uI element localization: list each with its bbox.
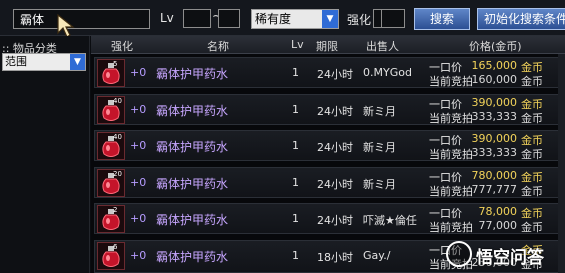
potion-icon: 2 xyxy=(97,205,125,233)
lv-min-input[interactable] xyxy=(183,9,211,28)
level-value: 1 xyxy=(292,139,299,152)
level-value: 1 xyxy=(292,249,299,262)
item-name: 霸体护甲药水 xyxy=(156,67,229,81)
reset-search-button[interactable]: 初始化搜索条件 xyxy=(477,8,565,30)
level-value: 1 xyxy=(292,176,299,189)
bid-price: 160,000 xyxy=(471,73,518,86)
item-level-badge: 20 xyxy=(113,170,122,178)
header-price[interactable]: 价格(金币) xyxy=(469,38,522,54)
potion-icon: 20 xyxy=(97,169,125,197)
item-level-badge: 40 xyxy=(113,133,122,141)
chevron-down-icon: ▼ xyxy=(70,54,85,70)
duration-value: 24小时 xyxy=(317,214,353,227)
potion-icon: 40 xyxy=(97,96,125,124)
seller-name: 吓滅★倫任 xyxy=(363,214,417,227)
item-name: 霸体护甲药水 xyxy=(156,213,229,227)
table-row[interactable]: 40 +0 霸体护甲药水 1 24小时 新ミ月 一口价 390,000 金币 当… xyxy=(94,130,563,161)
header-seller[interactable]: 出售人 xyxy=(366,38,399,54)
item-name: 霸体护甲药水 xyxy=(156,177,229,191)
table-row[interactable]: 5 +0 霸体护甲药水 1 24小时 0.MYGod 一口价 165,000 金… xyxy=(94,57,563,88)
item-name: 霸体护甲药水 xyxy=(156,104,229,118)
currency-label: 金币 xyxy=(521,221,543,234)
potion-icon: 40 xyxy=(97,132,125,160)
header-enhance[interactable]: 强化 xyxy=(111,38,133,54)
enhance-value: +0 xyxy=(130,139,147,152)
header-level[interactable]: Lv xyxy=(291,38,304,51)
search-toolbar: Lv ~ 稀有度 ▼ 强化 搜索 初始化搜索条件 xyxy=(0,0,565,38)
rarity-select[interactable]: 稀有度 ▼ xyxy=(251,9,339,29)
table-row[interactable]: 40 +0 霸体护甲药水 1 24小时 新ミ月 一口价 390,000 金币 当… xyxy=(94,94,563,125)
item-name: 霸体护甲药水 xyxy=(156,250,229,264)
search-input[interactable] xyxy=(13,9,150,29)
category-panel: :: 物品分类 范围 ▼ xyxy=(0,36,90,273)
enhance-value: +0 xyxy=(130,103,147,116)
enhance-value: +0 xyxy=(130,212,147,225)
currency-label: 金币 xyxy=(521,185,543,198)
item-level-badge: 5 xyxy=(113,60,118,68)
duration-value: 24小时 xyxy=(317,141,353,154)
duration-value: 18小时 xyxy=(317,251,353,264)
buyout-price: 390,000 xyxy=(471,132,518,145)
currency-label: 金币 xyxy=(521,112,543,125)
enhance-value: +0 xyxy=(130,66,147,79)
lv-label: Lv xyxy=(160,11,174,25)
level-value: 1 xyxy=(292,212,299,225)
seller-name: 0.MYGod xyxy=(363,66,412,79)
enhance-max-input[interactable] xyxy=(381,9,405,28)
rarity-select-value: 稀有度 xyxy=(255,12,292,26)
item-level-badge: 2 xyxy=(113,206,118,214)
lv-max-input[interactable] xyxy=(218,9,240,28)
duration-value: 24小时 xyxy=(317,178,353,191)
level-value: 1 xyxy=(292,66,299,79)
auction-table: 强化 名称 Lv 期限 出售人 价格(金币) 5 +0 霸体护甲药水 1 24小… xyxy=(91,36,565,273)
bid-price: 333,333 xyxy=(471,110,518,123)
table-row[interactable]: 20 +0 霸体护甲药水 1 24小时 新ミ月 一口价 780,000 金币 当… xyxy=(94,167,563,198)
seller-name: Gay./ xyxy=(363,249,391,262)
category-select[interactable]: 范围 ▼ xyxy=(2,53,86,71)
bid-price: 333,333 xyxy=(471,146,518,159)
chevron-down-icon: ▼ xyxy=(322,10,338,28)
bid-price: 777,777 xyxy=(471,183,518,196)
level-value: 1 xyxy=(292,103,299,116)
duration-value: 24小时 xyxy=(317,68,353,81)
item-name: 霸体护甲药水 xyxy=(156,140,229,154)
watermark-text: 悟空问答 xyxy=(476,248,544,268)
item-level-badge: 6 xyxy=(113,243,118,251)
duration-value: 24小时 xyxy=(317,105,353,118)
buyout-price: 78,000 xyxy=(478,205,518,218)
potion-icon: 5 xyxy=(97,59,125,87)
seller-name: 新ミ月 xyxy=(363,105,396,118)
header-duration[interactable]: 期限 xyxy=(316,38,338,54)
header-name[interactable]: 名称 xyxy=(207,38,229,54)
currency-label: 金币 xyxy=(521,75,543,88)
currency-label: 金币 xyxy=(521,148,543,161)
category-select-value: 范围 xyxy=(5,55,27,68)
buyout-price: 390,000 xyxy=(471,96,518,109)
search-button[interactable]: 搜索 xyxy=(414,8,470,30)
enhance-value: +0 xyxy=(130,249,147,262)
potion-icon: 6 xyxy=(97,242,125,270)
wukong-logo-icon xyxy=(446,241,472,267)
enhance-value: +0 xyxy=(130,176,147,189)
buyout-price: 165,000 xyxy=(471,59,518,72)
seller-name: 新ミ月 xyxy=(363,141,396,154)
item-level-badge: 40 xyxy=(113,97,122,105)
bid-price: 77,000 xyxy=(478,219,518,232)
enhance-label: 强化 xyxy=(347,13,372,27)
table-row[interactable]: 2 +0 霸体护甲药水 1 24小时 吓滅★倫任 一口价 78,000 金币 当… xyxy=(94,203,563,234)
table-header: 强化 名称 Lv 期限 出售人 价格(金币) xyxy=(91,36,565,54)
seller-name: 新ミ月 xyxy=(363,178,396,191)
buyout-price: 780,000 xyxy=(471,169,518,182)
watermark: 悟空问答 xyxy=(446,239,561,269)
